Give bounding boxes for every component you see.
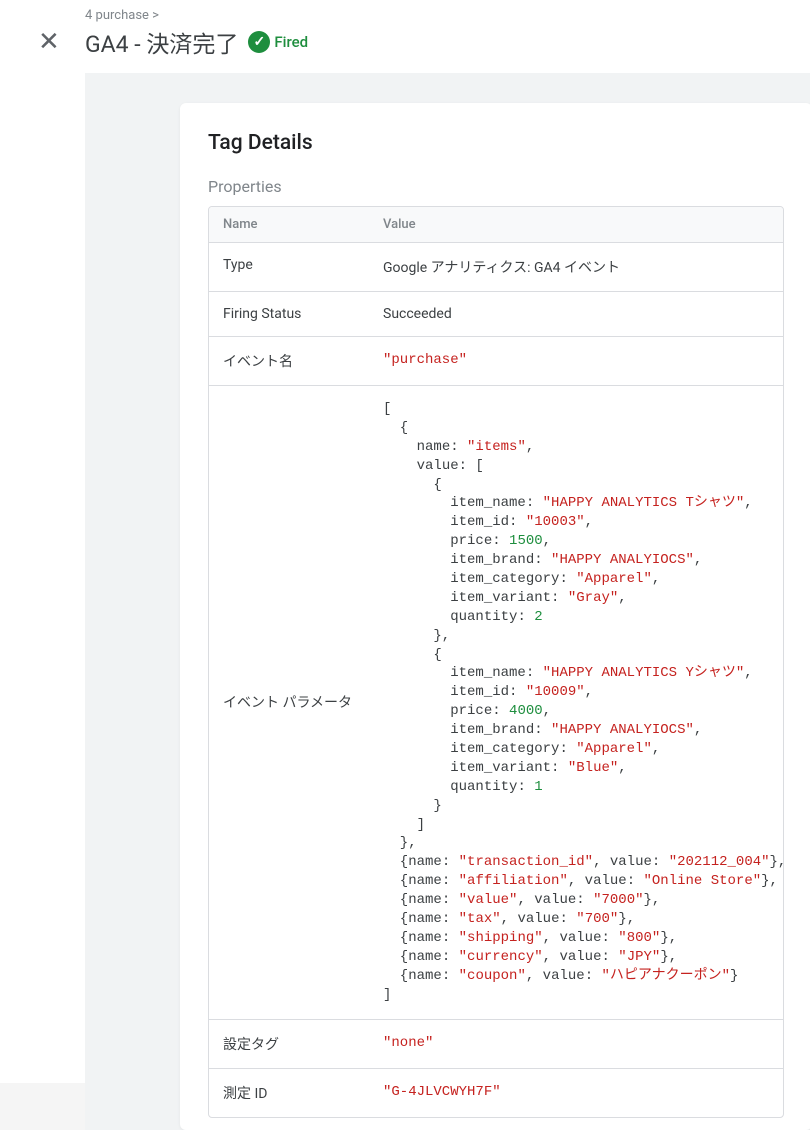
table-row: Firing Status Succeeded xyxy=(209,292,783,337)
check-circle-icon: ✓ xyxy=(248,31,270,53)
table-row: イベント パラメータ [ { name: "items", value: [ {… xyxy=(209,386,783,1020)
prop-value: Succeeded xyxy=(369,292,783,336)
fired-label: Fired xyxy=(274,33,308,51)
page-title: GA4 - 決済完了 xyxy=(85,25,238,59)
prop-name: イベント名 xyxy=(209,337,369,385)
col-header-value: Value xyxy=(369,207,783,242)
table-row: 測定 ID "G-4JLVCWYH7F" xyxy=(209,1069,783,1117)
prop-value-event-params: [ { name: "items", value: [ { item_name:… xyxy=(369,386,783,1019)
prop-name: Firing Status xyxy=(209,292,369,336)
prop-value: "none" xyxy=(369,1020,783,1068)
tag-details-card: Tag Details Properties Name Value Type G… xyxy=(180,103,810,1130)
table-row: イベント名 "purchase" xyxy=(209,337,783,386)
fired-badge: ✓ Fired xyxy=(248,31,308,53)
properties-table: Name Value Type Google アナリティクス: GA4 イベント… xyxy=(208,206,784,1118)
table-row: Type Google アナリティクス: GA4 イベント xyxy=(209,243,783,292)
section-title: Properties xyxy=(208,177,784,196)
prop-name: 測定 ID xyxy=(209,1069,369,1117)
prop-value: Google アナリティクス: GA4 イベント xyxy=(369,243,783,291)
table-row: 設定タグ "none" xyxy=(209,1020,783,1069)
prop-name: 設定タグ xyxy=(209,1020,369,1068)
close-button[interactable]: ✕ xyxy=(38,28,60,54)
prop-value: "G-4JLVCWYH7F" xyxy=(369,1069,783,1117)
header: 4 purchase > GA4 - 決済完了 ✓ Fired xyxy=(85,0,810,73)
prop-value: "purchase" xyxy=(369,337,783,385)
card-title: Tag Details xyxy=(208,131,784,155)
col-header-name: Name xyxy=(209,207,369,242)
breadcrumb: 4 purchase > xyxy=(85,8,810,23)
prop-name: イベント パラメータ xyxy=(209,678,369,726)
prop-name: Type xyxy=(209,243,369,291)
